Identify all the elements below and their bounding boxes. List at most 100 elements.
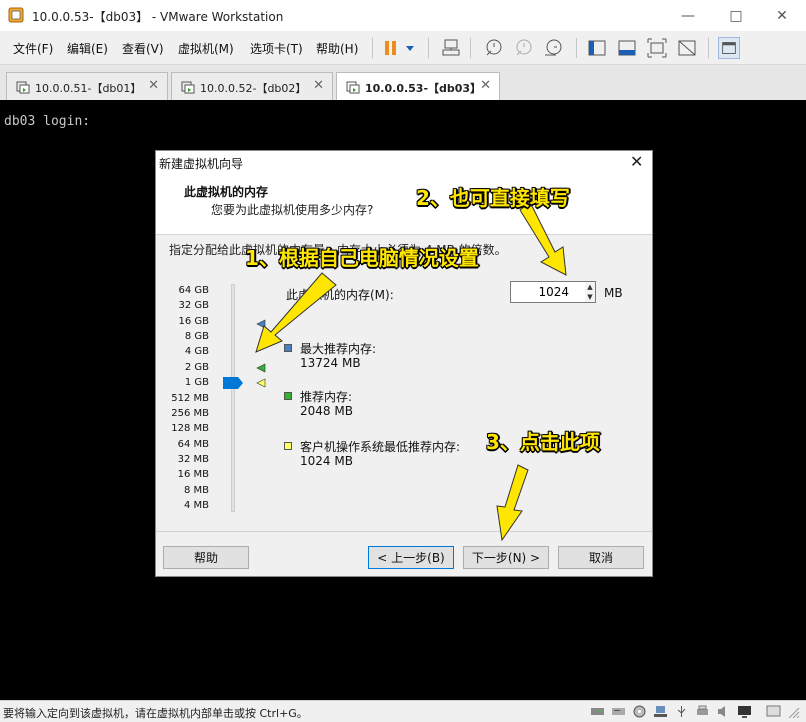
- window-title: 10.0.0.53-【db03】 - VMware Workstation: [32, 10, 284, 24]
- tab-label: 10.0.0.52-【db02】: [200, 82, 307, 95]
- hard-disk-icon[interactable]: [590, 705, 605, 718]
- snapshot-icon[interactable]: [482, 37, 504, 59]
- printer-icon[interactable]: [695, 705, 710, 718]
- minimum-recommended-marker-icon: [256, 378, 266, 388]
- scale-label: 32 MB: [177, 454, 209, 465]
- spin-down-icon[interactable]: ▼: [585, 292, 595, 302]
- dialog-title: 新建虚拟机向导: [159, 157, 244, 171]
- menu-help[interactable]: 帮助(H): [316, 40, 358, 57]
- scale-label: 64 GB: [178, 285, 209, 296]
- sound-card-icon[interactable]: [716, 705, 731, 718]
- close-icon[interactable]: ✕: [480, 78, 491, 93]
- unity-view-icon[interactable]: [676, 37, 698, 59]
- scale-label: 4 MB: [183, 500, 209, 511]
- divider: [156, 234, 652, 235]
- toolbar-separator: [372, 38, 373, 58]
- legend-value: 2048 MB: [300, 404, 353, 418]
- network-adapter-icon[interactable]: [653, 705, 668, 718]
- usb-icon[interactable]: [674, 705, 689, 718]
- minimum-recommended-swatch: [284, 442, 292, 450]
- recommended-marker-icon: [256, 363, 266, 373]
- scale-label: 1 GB: [184, 377, 209, 388]
- legend-title: 最大推荐内存:: [300, 342, 377, 356]
- memory-input[interactable]: [510, 281, 586, 303]
- tab-label: 10.0.0.51-【db01】: [35, 82, 142, 95]
- toolbar-separator: [708, 38, 709, 58]
- close-window-button[interactable]: ✕: [762, 0, 802, 31]
- resize-grip-icon[interactable]: [786, 705, 801, 718]
- new-vm-wizard-dialog: 新建虚拟机向导 ✕ 此虚拟机的内存 您要为此虚拟机使用多少内存? 指定分配给此虚…: [155, 150, 653, 577]
- tab-bar: 10.0.0.51-【db01】 ✕ 10.0.0.52-【db02】 ✕ 10…: [0, 65, 806, 101]
- divider: [156, 531, 652, 532]
- next-button[interactable]: 下一步(N) >: [463, 546, 549, 569]
- tab-db02[interactable]: 10.0.0.52-【db02】 ✕: [171, 72, 333, 100]
- menu-edit[interactable]: 编辑(E): [67, 40, 108, 57]
- memory-label: 此虚拟机的内存(M):: [286, 288, 394, 302]
- vmware-logo-icon: [8, 7, 24, 23]
- legend-title: 客户机操作系统最低推荐内存:: [300, 440, 461, 454]
- memory-unit: MB: [604, 286, 623, 300]
- legend-value: 13724 MB: [300, 356, 361, 370]
- recommended-swatch: [284, 392, 292, 400]
- scale-label: 8 GB: [184, 331, 209, 342]
- help-button[interactable]: 帮助: [163, 546, 249, 569]
- status-bar: 要将输入定向到该虚拟机，请在虚拟机内部单击或按 Ctrl+G。: [0, 700, 806, 722]
- tab-label: 10.0.0.53-【db03】: [365, 82, 482, 95]
- annotation-step-3: 3、点击此项: [486, 430, 600, 454]
- full-screen-icon[interactable]: [646, 37, 668, 59]
- message-log-icon[interactable]: [766, 705, 781, 718]
- send-ctrl-alt-del-icon[interactable]: [440, 37, 462, 59]
- menu-tabs[interactable]: 选项卡(T): [250, 40, 303, 57]
- chevron-down-icon[interactable]: [402, 37, 418, 59]
- console-text: db03 login:: [4, 114, 91, 129]
- max-recommended-swatch: [284, 344, 292, 352]
- scale-label: 2 GB: [184, 362, 209, 373]
- cancel-button[interactable]: 取消: [558, 546, 644, 569]
- tab-db03[interactable]: 10.0.0.53-【db03】 ✕: [336, 72, 500, 101]
- vm-icon: [346, 81, 360, 94]
- max-recommended-marker-icon: [256, 319, 266, 329]
- scale-label: 128 MB: [171, 423, 209, 434]
- toolbar-separator: [428, 38, 429, 58]
- menu-vm[interactable]: 虚拟机(M): [178, 40, 234, 57]
- scale-label: 4 GB: [184, 346, 209, 357]
- scale-label: 64 MB: [177, 439, 209, 450]
- annotation-step-1: 1、根据自己电脑情况设置: [245, 246, 479, 270]
- pause-icon[interactable]: [380, 37, 402, 59]
- scale-label: 8 MB: [183, 485, 209, 496]
- scale-label: 16 GB: [178, 316, 209, 327]
- snapshot-manager-icon[interactable]: [542, 37, 564, 59]
- dialog-close-button[interactable]: ✕: [630, 152, 643, 171]
- cd-drive-icon[interactable]: [611, 705, 626, 718]
- back-button[interactable]: < 上一步(B): [368, 546, 454, 569]
- legend-title: 推荐内存:: [300, 390, 353, 404]
- scale-label: 16 MB: [177, 469, 209, 480]
- thumbnail-view-icon[interactable]: [616, 37, 638, 59]
- scale-label: 32 GB: [178, 300, 209, 311]
- toolbar-separator: [470, 38, 471, 58]
- memory-slider-track[interactable]: [231, 284, 235, 512]
- minimize-button[interactable]: —: [668, 0, 708, 31]
- annotation-step-2: 2、也可直接填写: [416, 186, 570, 210]
- console-view-icon[interactable]: [718, 37, 740, 59]
- close-icon[interactable]: ✕: [148, 78, 159, 93]
- menu-file[interactable]: 文件(F): [13, 40, 53, 57]
- vm-icon: [16, 81, 30, 94]
- revert-snapshot-icon[interactable]: [512, 37, 534, 59]
- memory-spinner[interactable]: ▲ ▼: [585, 281, 596, 303]
- menu-view[interactable]: 查看(V): [122, 40, 164, 57]
- scale-label: 256 MB: [171, 408, 209, 419]
- library-view-icon[interactable]: [586, 37, 608, 59]
- close-icon[interactable]: ✕: [313, 78, 324, 93]
- menu-bar: 文件(F) 编辑(E) 查看(V) 虚拟机(M) 选项卡(T) 帮助(H): [0, 31, 806, 65]
- scale-label: 512 MB: [171, 393, 209, 404]
- spin-up-icon[interactable]: ▲: [585, 282, 595, 292]
- dialog-subheading: 您要为此虚拟机使用多少内存?: [211, 203, 374, 217]
- cd-icon[interactable]: [632, 705, 647, 718]
- maximize-button[interactable]: □: [716, 0, 756, 31]
- tab-db01[interactable]: 10.0.0.51-【db01】 ✕: [6, 72, 168, 100]
- memory-slider-thumb[interactable]: [223, 377, 243, 389]
- dialog-header: 新建虚拟机向导 ✕ 此虚拟机的内存 您要为此虚拟机使用多少内存?: [156, 151, 652, 234]
- display-icon[interactable]: [737, 705, 752, 718]
- legend-value: 1024 MB: [300, 454, 353, 468]
